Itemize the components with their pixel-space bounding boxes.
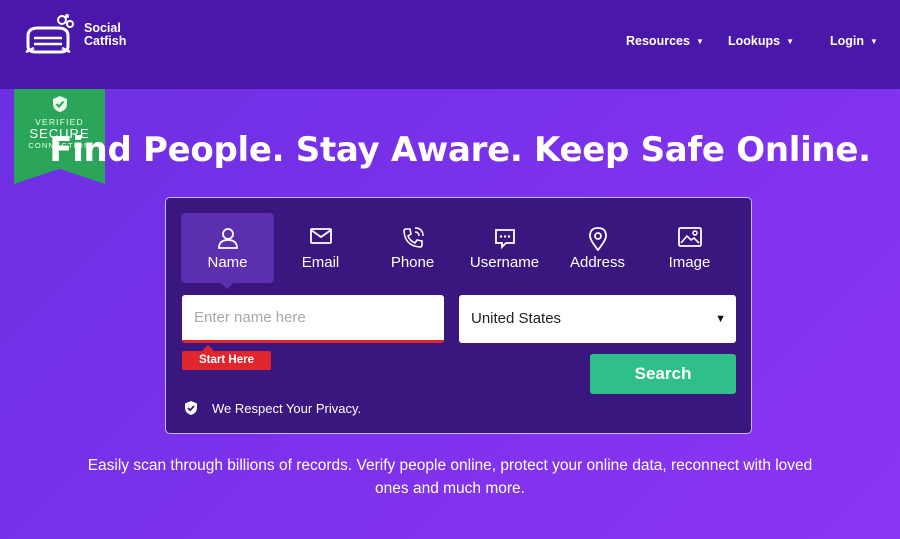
tab-address-label: Address xyxy=(569,254,626,271)
tab-email-label: Email xyxy=(301,254,340,271)
image-icon xyxy=(677,227,702,247)
privacy-notice: We Respect Your Privacy. xyxy=(184,400,361,416)
brand-name: Social Catfish xyxy=(84,22,126,48)
hero-title: Find People. Stay Aware. Keep Safe Onlin… xyxy=(49,130,871,170)
search-button[interactable]: Search xyxy=(590,354,736,394)
map-pin-icon xyxy=(588,227,607,251)
tab-name[interactable]: Name xyxy=(181,213,274,289)
nav-lookups[interactable]: Lookups ▼ xyxy=(728,34,794,48)
caret-down-icon: ▼ xyxy=(786,36,795,46)
tab-username[interactable]: Username xyxy=(458,213,551,283)
dropdown-arrow-icon: ▼ xyxy=(715,313,726,325)
nav-login[interactable]: Login ▼ xyxy=(830,34,878,48)
privacy-text: We Respect Your Privacy. xyxy=(212,400,362,416)
tab-name-label: Name xyxy=(207,254,248,271)
tab-address[interactable]: Address xyxy=(551,213,644,283)
tab-phone[interactable]: Phone xyxy=(366,213,459,283)
shield-check-icon xyxy=(185,401,197,415)
nav-lookups-label: Lookups xyxy=(728,34,781,48)
tab-image[interactable]: Image xyxy=(643,213,736,283)
caret-down-icon: ▼ xyxy=(870,36,878,46)
shield-check-icon xyxy=(53,96,67,112)
country-select[interactable]: United States ▼ xyxy=(459,295,736,343)
phone-icon xyxy=(402,227,424,248)
tab-phone-label: Phone xyxy=(390,254,435,271)
nav-resources[interactable]: Resources ▼ xyxy=(626,34,704,48)
site-header: Social Catfish Resources ▼ Lookups ▼ Login… xyxy=(0,0,900,89)
chat-bubble-icon xyxy=(494,229,515,249)
hero-subtext: Easily scan through billions of records.… xyxy=(87,457,813,497)
start-here-tooltip: Start Here xyxy=(182,345,271,370)
envelope-icon xyxy=(309,228,332,244)
caret-down-icon: ▼ xyxy=(695,36,704,46)
tab-username-label: Username xyxy=(469,254,540,271)
nav-resources-label: Resources xyxy=(626,34,690,48)
name-search-input[interactable] xyxy=(182,295,444,343)
tab-email[interactable]: Email xyxy=(274,213,367,283)
nav-login-label: Login xyxy=(830,34,865,48)
brand-name-line2: Catfish xyxy=(84,34,127,48)
search-card: Name Email Phone Username Address Image … xyxy=(165,197,752,434)
person-icon xyxy=(217,228,238,249)
country-select-value: United States xyxy=(471,310,562,327)
logo[interactable]: Social Catfish xyxy=(24,14,126,56)
tab-image-label: Image xyxy=(668,254,711,271)
catfish-logo-icon xyxy=(25,14,74,54)
